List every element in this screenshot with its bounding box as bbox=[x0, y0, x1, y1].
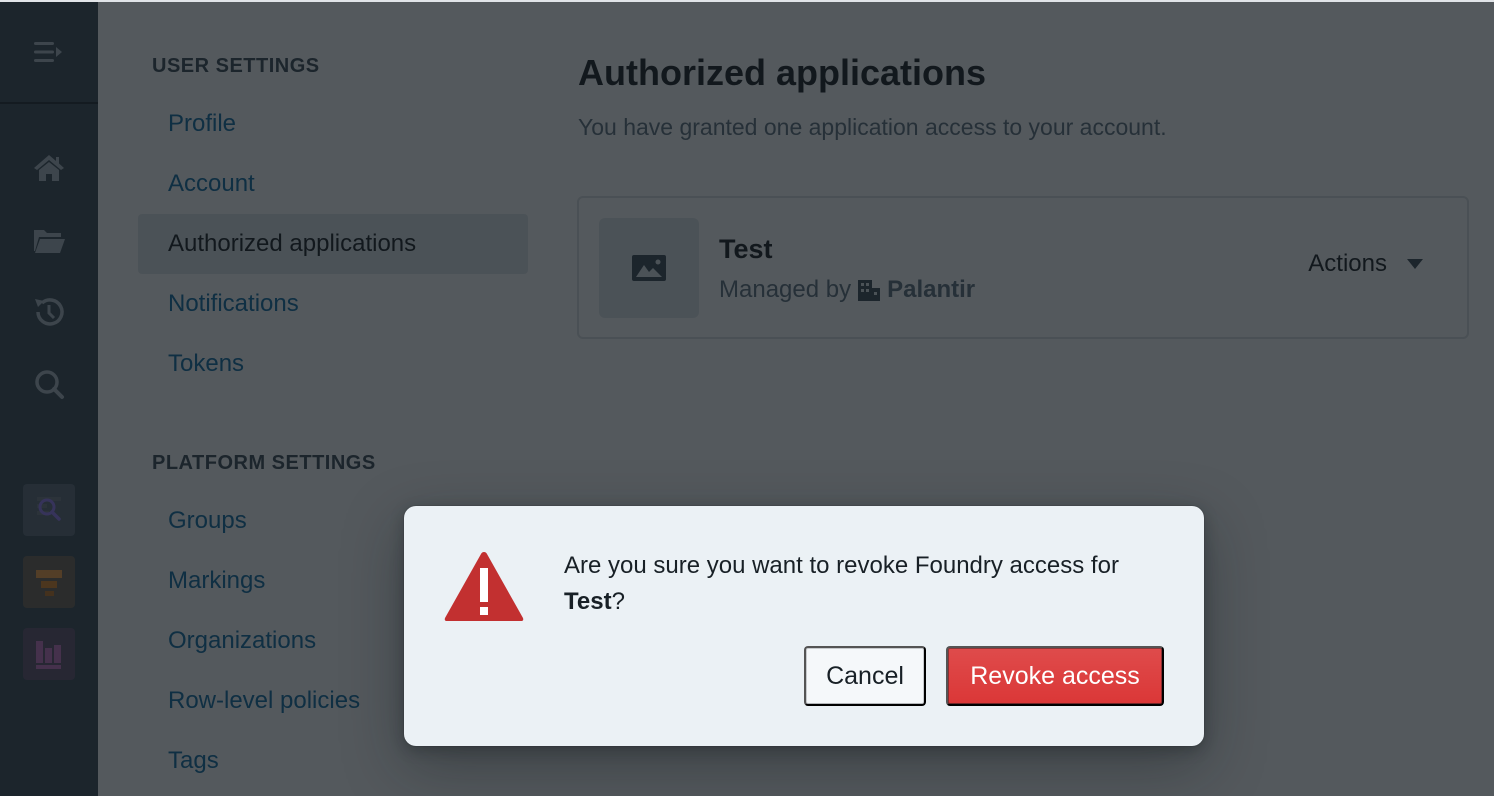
app-root: USER SETTINGS Profile Account Authorized… bbox=[0, 0, 1494, 796]
warning-icon bbox=[444, 552, 524, 621]
dialog-app-name: Test bbox=[564, 588, 612, 615]
dialog-message-prefix: Are you sure you want to revoke Foundry … bbox=[564, 552, 1119, 579]
dialog-message-suffix: ? bbox=[611, 588, 625, 615]
revoke-confirmation-dialog: Are you sure you want to revoke Foundry … bbox=[404, 506, 1204, 746]
revoke-access-button[interactable]: Revoke access bbox=[946, 646, 1164, 706]
cancel-button[interactable]: Cancel bbox=[804, 646, 926, 706]
dialog-message: Are you sure you want to revoke Foundry … bbox=[564, 548, 1174, 620]
